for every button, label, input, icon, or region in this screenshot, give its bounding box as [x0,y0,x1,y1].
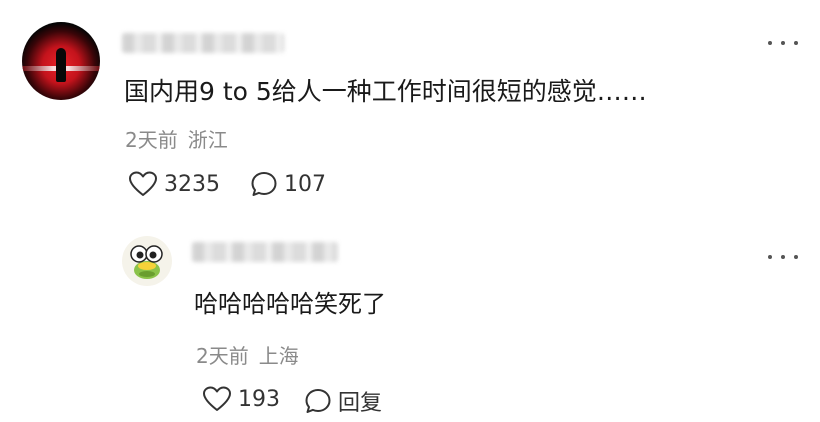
comment-bubble-icon [251,172,277,196]
like-button[interactable]: 3235 [128,170,220,198]
reply-count-button[interactable]: 107 [250,170,326,198]
reply-meta: 2天前 上海 [196,340,299,369]
like-count: 3235 [164,171,220,197]
heart-icon [203,386,231,411]
commenter-name-redacted [122,33,284,53]
comment-meta: 2天前 浙江 [125,124,228,153]
replier-avatar[interactable] [122,236,172,286]
replier-name-redacted [192,242,338,262]
comment-time: 2天前 [125,128,178,152]
reply-count: 107 [284,171,326,197]
heart-icon [129,171,157,196]
comment-location: 浙江 [187,128,228,152]
reply-like-button[interactable]: 193 [202,385,280,413]
reply-location: 上海 [258,344,299,368]
reply-button[interactable]: 回复 [304,385,382,417]
reply-text: 哈哈哈哈哈笑死了 [194,290,386,318]
more-options-icon[interactable] [768,252,798,262]
frog-emoji-icon [130,245,163,279]
comment-text: 国内用9 to 5给人一种工作时间很短的感觉…… [124,77,647,106]
more-options-icon[interactable] [768,38,798,48]
commenter-avatar[interactable] [22,22,100,100]
reply-time: 2天前 [196,344,249,368]
comment-bubble-icon [305,389,331,413]
reply-button-label: 回复 [338,391,383,416]
reply-like-count: 193 [238,386,280,412]
